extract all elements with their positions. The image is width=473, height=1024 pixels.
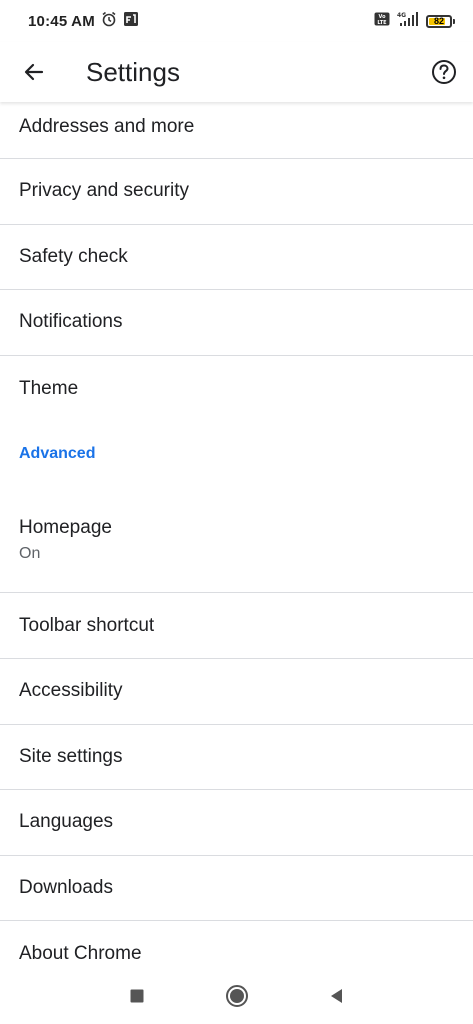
system-nav-bar xyxy=(0,968,473,1024)
settings-item-label: Toolbar shortcut xyxy=(19,614,155,636)
settings-item-notifications[interactable]: Notifications xyxy=(0,290,473,356)
settings-item-label: Homepage xyxy=(19,516,112,538)
settings-item-label: Privacy and security xyxy=(19,180,190,202)
recents-square-icon xyxy=(130,989,143,1003)
home-button[interactable] xyxy=(222,981,252,1011)
settings-item-addresses[interactable]: Addresses and more xyxy=(0,102,473,159)
status-left-icons xyxy=(101,11,139,31)
settings-item-summary: On xyxy=(19,544,41,562)
svg-text:4G: 4G xyxy=(397,12,406,19)
settings-item-label: Accessibility xyxy=(19,680,123,702)
settings-item-safety-check[interactable]: Safety check xyxy=(0,225,473,291)
help-circle-icon xyxy=(432,60,456,84)
settings-item-toolbar-shortcut[interactable]: Toolbar shortcut xyxy=(0,593,473,659)
settings-item-label: Languages xyxy=(19,811,114,833)
settings-item-label: Downloads xyxy=(19,877,113,899)
status-time: 10:45 AM xyxy=(28,12,95,30)
settings-item-theme[interactable]: Theme xyxy=(0,356,473,422)
settings-item-privacy[interactable]: Privacy and security xyxy=(0,159,473,225)
settings-item-downloads[interactable]: Downloads xyxy=(0,856,473,922)
settings-item-homepage[interactable]: Homepage On xyxy=(0,487,473,594)
svg-text:LTE: LTE xyxy=(377,20,387,26)
status-right-icons: Vo LTE 4G 82 xyxy=(374,11,455,31)
back-triangle-icon xyxy=(330,989,342,1003)
system-back-button[interactable] xyxy=(322,981,352,1011)
arrow-back-icon xyxy=(24,63,44,81)
settings-list: Addresses and more Privacy and security … xyxy=(0,102,473,987)
status-bar: 10:45 AM Vo LTE 4G 82 xyxy=(0,0,473,42)
recents-button[interactable] xyxy=(122,981,152,1011)
section-header-advanced: Advanced xyxy=(19,445,96,463)
battery-tip xyxy=(453,18,455,24)
battery-body: 82 xyxy=(426,14,452,28)
app-bar: Settings xyxy=(0,42,473,102)
battery-icon: 82 xyxy=(426,14,455,28)
settings-item-label: Safety check xyxy=(19,245,128,267)
settings-item-label: Addresses and more xyxy=(19,116,195,137)
settings-item-label: Theme xyxy=(19,377,79,399)
signal-icon: 4G xyxy=(396,11,420,31)
home-circle-icon xyxy=(225,985,248,1007)
help-button[interactable] xyxy=(429,57,459,87)
settings-item-label: Notifications xyxy=(19,311,123,333)
page-title: Settings xyxy=(86,56,180,87)
alarm-icon xyxy=(101,11,117,31)
settings-item-label: Site settings xyxy=(19,745,123,767)
back-button[interactable] xyxy=(12,50,56,94)
settings-item-languages[interactable]: Languages xyxy=(0,790,473,856)
notification-app-icon xyxy=(123,11,139,31)
settings-item-site-settings[interactable]: Site settings xyxy=(0,725,473,791)
volte-icon: Vo LTE xyxy=(374,12,390,30)
settings-item-accessibility[interactable]: Accessibility xyxy=(0,659,473,725)
settings-item-label: About Chrome xyxy=(19,942,142,964)
battery-level: 82 xyxy=(433,16,444,26)
